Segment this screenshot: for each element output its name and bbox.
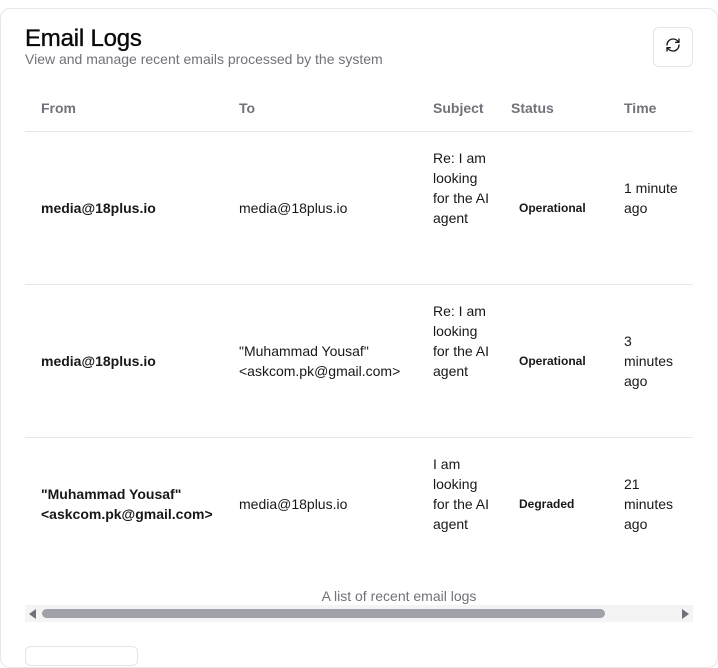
scroll-left-arrow-icon[interactable] bbox=[29, 609, 36, 619]
to-cell: media@18plus.io bbox=[239, 200, 348, 216]
pagination-button[interactable] bbox=[25, 646, 138, 666]
subject-cell: Re: I am looking for the AI agent bbox=[433, 303, 490, 379]
time-cell: 3 minutes ago bbox=[624, 333, 674, 389]
from-cell: media@18plus.io bbox=[41, 353, 156, 369]
refresh-icon bbox=[665, 37, 681, 58]
status-badge: Operational bbox=[519, 201, 586, 215]
page-title: Email Logs bbox=[25, 25, 142, 52]
email-logs-table: From To Subject Status Time media@18plus… bbox=[25, 85, 693, 617]
from-cell: "Muhammad Yousaf" <askcom.pk@gmail.com> bbox=[41, 486, 213, 522]
column-header-time: Time bbox=[624, 100, 657, 116]
table-row[interactable]: "Muhammad Yousaf" <askcom.pk@gmail.com> … bbox=[25, 438, 693, 591]
table-header: From To Subject Status Time bbox=[25, 85, 693, 132]
to-cell: media@18plus.io bbox=[239, 496, 348, 512]
page-subtitle: View and manage recent emails processed … bbox=[25, 51, 383, 67]
time-cell: 1 minute ago bbox=[624, 180, 678, 216]
column-header-from: From bbox=[41, 100, 76, 116]
time-cell: 21 minutes ago bbox=[624, 476, 674, 532]
scrollbar-thumb[interactable] bbox=[42, 609, 605, 618]
refresh-button[interactable] bbox=[653, 27, 693, 67]
table-row[interactable]: media@18plus.io "Muhammad Yousaf" <askco… bbox=[25, 285, 693, 438]
column-header-status: Status bbox=[511, 100, 554, 116]
from-cell: media@18plus.io bbox=[41, 200, 156, 216]
table-row[interactable]: media@18plus.io media@18plus.io Re: I am… bbox=[25, 132, 693, 285]
status-badge: Degraded bbox=[519, 497, 575, 511]
column-header-subject: Subject bbox=[433, 100, 484, 116]
horizontal-scrollbar[interactable] bbox=[25, 605, 693, 622]
scroll-right-arrow-icon[interactable] bbox=[682, 609, 689, 619]
column-header-to: To bbox=[239, 100, 256, 116]
subject-cell: Re: I am looking for the AI agent bbox=[433, 150, 490, 226]
status-badge: Operational bbox=[519, 354, 586, 368]
to-cell: "Muhammad Yousaf" <askcom.pk@gmail.com> bbox=[239, 343, 401, 379]
subject-cell: I am looking for the AI agent bbox=[433, 456, 490, 532]
table-caption: A list of recent email logs bbox=[321, 588, 477, 604]
